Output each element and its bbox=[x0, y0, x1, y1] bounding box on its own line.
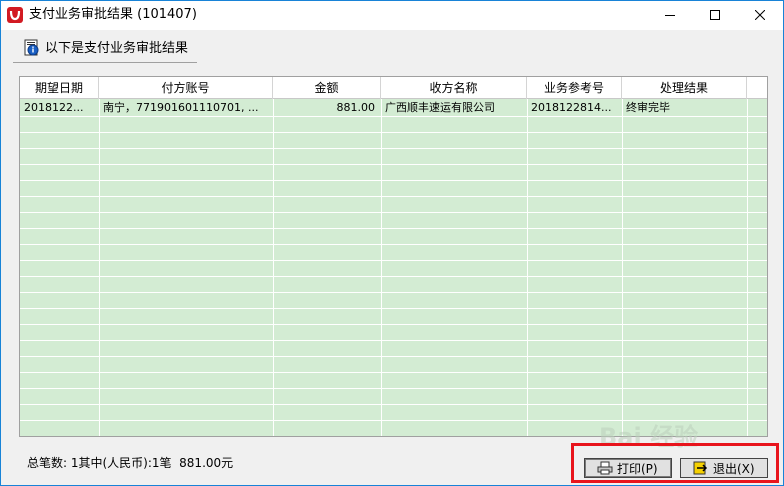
column-divider bbox=[381, 99, 382, 436]
row-divider bbox=[20, 164, 767, 165]
row-divider bbox=[20, 228, 767, 229]
column-divider bbox=[527, 99, 528, 436]
row-divider bbox=[20, 196, 767, 197]
maximize-icon bbox=[710, 10, 720, 20]
printer-icon bbox=[597, 461, 613, 475]
table-row[interactable]: 2018122... 南宁，771901601110701, ... 881.0… bbox=[20, 99, 767, 116]
print-label: 打印(P) bbox=[617, 462, 658, 476]
row-divider bbox=[20, 372, 767, 373]
row-divider bbox=[20, 276, 767, 277]
row-divider bbox=[20, 260, 767, 261]
row-divider bbox=[20, 308, 767, 309]
minimize-icon bbox=[665, 15, 675, 16]
cell-amount: 881.00 bbox=[336, 101, 376, 114]
minimize-button[interactable] bbox=[647, 1, 693, 30]
column-divider bbox=[622, 99, 623, 436]
column-divider bbox=[273, 99, 274, 436]
row-divider bbox=[20, 116, 767, 117]
title-bar[interactable]: 支付业务审批结果 (101407) bbox=[1, 1, 783, 30]
row-divider bbox=[20, 388, 767, 389]
cell-payer-account: 南宁，771901601110701, ... bbox=[103, 101, 259, 114]
close-button[interactable] bbox=[737, 1, 783, 30]
exit-label: 退出(X) bbox=[713, 462, 755, 476]
window-title: 支付业务审批结果 (101407) bbox=[29, 7, 197, 22]
cell-result: 终审完毕 bbox=[626, 101, 670, 114]
column-header-payer-account[interactable]: 付方账号 bbox=[99, 77, 273, 99]
column-header-result[interactable]: 处理结果 bbox=[622, 77, 747, 99]
app-logo-icon bbox=[7, 7, 23, 23]
row-divider bbox=[20, 132, 767, 133]
column-divider bbox=[747, 99, 748, 436]
column-header-reference[interactable]: 业务参考号 bbox=[527, 77, 622, 99]
column-header-date[interactable]: 期望日期 bbox=[20, 77, 99, 99]
exit-button[interactable]: 退出(X) bbox=[680, 458, 768, 478]
cell-reference: 2018122814... bbox=[531, 101, 612, 114]
cell-date: 2018122... bbox=[24, 101, 84, 114]
row-divider bbox=[20, 244, 767, 245]
close-icon bbox=[755, 10, 765, 20]
maximize-button[interactable] bbox=[692, 1, 738, 30]
row-divider bbox=[20, 340, 767, 341]
table-body: 2018122... 南宁，771901601110701, ... 881.0… bbox=[20, 99, 767, 436]
row-divider bbox=[20, 324, 767, 325]
row-divider bbox=[20, 148, 767, 149]
results-table[interactable]: 期望日期 付方账号 金额 收方名称 业务参考号 处理结果 2018122... … bbox=[19, 76, 768, 437]
row-divider bbox=[20, 212, 767, 213]
row-divider bbox=[20, 292, 767, 293]
column-divider bbox=[99, 99, 100, 436]
row-divider bbox=[20, 180, 767, 181]
header-label: 以下是支付业务审批结果 bbox=[45, 41, 189, 56]
summary-text: 总笔数: 1其中(人民币):1笔 881.00元 bbox=[27, 456, 234, 470]
column-header-amount[interactable]: 金额 bbox=[273, 77, 381, 99]
result-header: 以下是支付业务审批结果 bbox=[13, 37, 197, 63]
dialog-window: 支付业务审批结果 (101407) 以下是支付业务审批结果 期望日期 付方账号 … bbox=[0, 0, 784, 486]
print-button[interactable]: 打印(P) bbox=[584, 458, 672, 478]
exit-icon bbox=[693, 461, 708, 475]
cell-payee-name: 广西顺丰速运有限公司 bbox=[385, 101, 495, 114]
document-info-icon bbox=[24, 39, 39, 56]
row-divider bbox=[20, 356, 767, 357]
column-header-payee-name[interactable]: 收方名称 bbox=[381, 77, 527, 99]
table-header: 期望日期 付方账号 金额 收方名称 业务参考号 处理结果 bbox=[20, 77, 767, 99]
